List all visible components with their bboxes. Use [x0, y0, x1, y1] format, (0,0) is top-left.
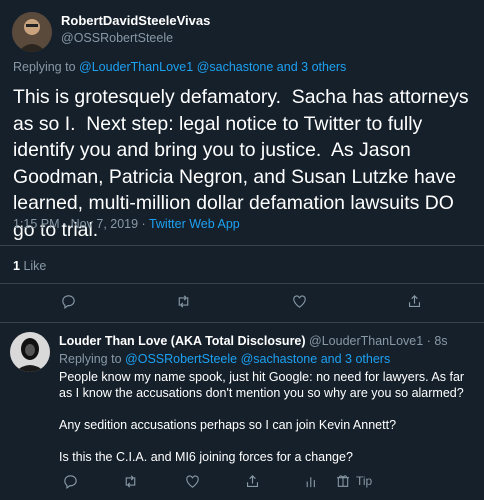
reply-time[interactable]: · 8s: [427, 334, 448, 348]
tip-label: Tip: [356, 474, 373, 488]
share-button[interactable]: [241, 470, 263, 492]
avatar[interactable]: [10, 332, 50, 372]
others-link[interactable]: 3 others: [345, 352, 390, 366]
likes-stat[interactable]: 1 Like: [13, 259, 46, 273]
others-link[interactable]: 3 others: [301, 60, 346, 74]
reply-text: People know my name spook, just hit Goog…: [59, 369, 479, 465]
retweet-icon: [125, 474, 135, 488]
retweet-icon: [178, 294, 188, 308]
reply-button[interactable]: [57, 290, 79, 312]
retweet-button[interactable]: [119, 470, 141, 492]
avatar[interactable]: [12, 12, 52, 52]
like-icon: [292, 294, 306, 308]
analytics-button[interactable]: [300, 470, 322, 492]
likes-label: Like: [23, 259, 47, 273]
like-icon: [185, 474, 199, 488]
share-icon: [246, 474, 258, 487]
share-button[interactable]: [403, 290, 425, 312]
reply-author-handle[interactable]: @LouderThanLove1: [309, 334, 423, 348]
replying-to-line: Replying to @LouderThanLove1 @sachastone…: [13, 60, 346, 74]
like-button[interactable]: [181, 470, 203, 492]
likes-count: 1: [13, 259, 20, 273]
tip-icon: [337, 475, 349, 487]
mention-link[interactable]: @OSSRobertSteele: [125, 352, 237, 366]
reply-author-name[interactable]: Louder Than Love (AKA Total Disclosure): [59, 334, 306, 348]
and-text: and: [276, 60, 298, 74]
mention-link[interactable]: @sachastone: [197, 60, 274, 74]
tweet-timestamp-line: 1:15 PM · Nov 7, 2019 · Twitter Web App: [13, 217, 240, 231]
share-icon: [408, 294, 420, 307]
divider: [0, 283, 484, 284]
author-handle[interactable]: @OSSRobertSteele: [61, 31, 173, 45]
reply-paragraph: Any sedition accusations perhaps so I ca…: [59, 418, 397, 432]
reply-header: Louder Than Love (AKA Total Disclosure) …: [59, 334, 448, 348]
reply-replying-to-line: Replying to @OSSRobertSteele @sachastone…: [59, 352, 390, 366]
retweet-button[interactable]: [172, 290, 194, 312]
main-tweet: RobertDavidSteeleVivas @OSSRobertSteele …: [0, 0, 484, 323]
replying-prefix: Replying to: [59, 352, 122, 366]
author-name[interactable]: RobertDavidSteeleVivas: [61, 13, 210, 28]
tip-button[interactable]: Tip: [335, 470, 372, 492]
like-button[interactable]: [288, 290, 310, 312]
divider: [0, 245, 484, 246]
reply-paragraph: Is this the C.I.A. and MI6 joining force…: [59, 450, 353, 464]
mention-link[interactable]: @sachastone: [241, 352, 318, 366]
reply-paragraph: People know my name spook, just hit Goog…: [59, 370, 465, 400]
reply-button[interactable]: [59, 470, 81, 492]
tweet-timestamp[interactable]: 1:15 PM · Nov 7, 2019 ·: [13, 217, 146, 231]
replying-prefix: Replying to: [13, 60, 76, 74]
reply-tweet[interactable]: Louder Than Love (AKA Total Disclosure) …: [0, 323, 484, 500]
reply-icon: [63, 474, 77, 489]
and-text: and: [320, 352, 342, 366]
mention-link[interactable]: @LouderThanLove1: [79, 60, 193, 74]
analytics-icon: [306, 476, 315, 487]
tweet-source[interactable]: Twitter Web App: [149, 217, 240, 231]
reply-icon: [61, 294, 75, 309]
